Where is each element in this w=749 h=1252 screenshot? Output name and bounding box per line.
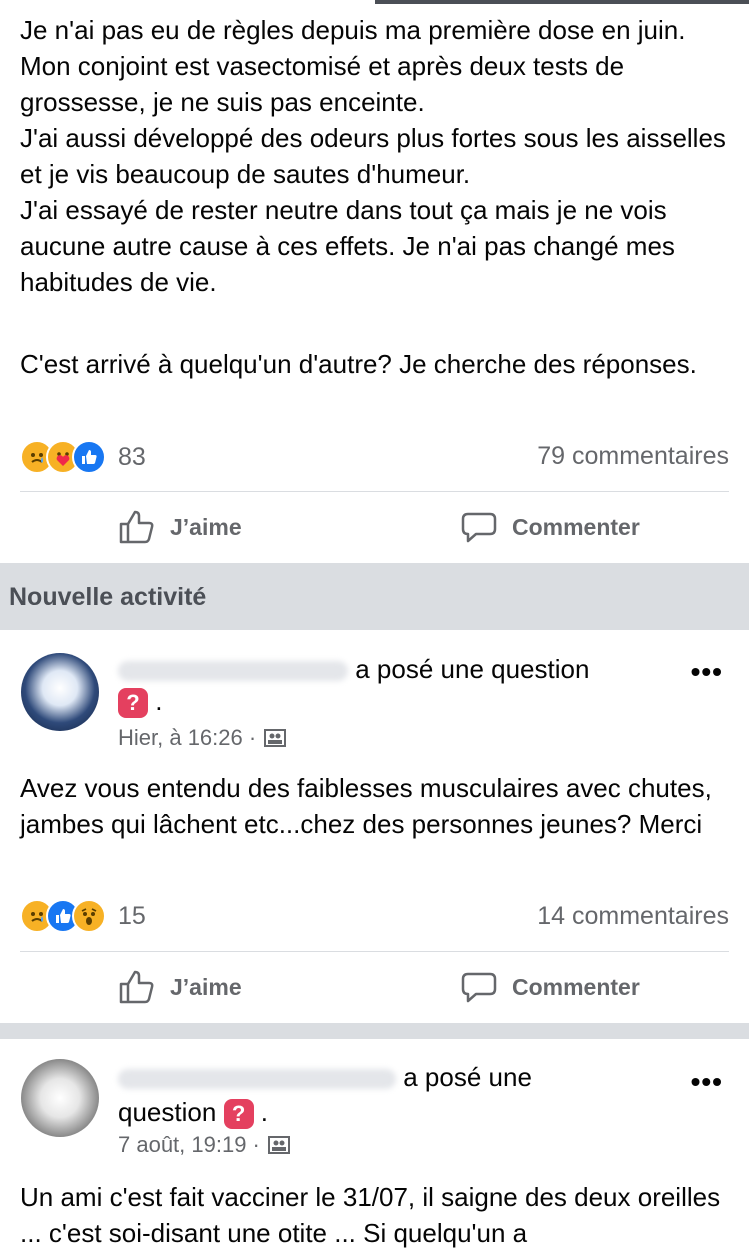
wow-reaction-icon [72,899,106,933]
reactions-summary[interactable]: 15 [20,896,146,936]
comment-icon [461,972,497,1003]
divider [20,951,729,952]
post-action-line: question ? . [118,1097,269,1130]
like-reaction-icon [72,440,106,474]
post-time[interactable]: Hier, à 16:26 · [118,725,256,751]
post-separator [0,1023,749,1039]
question-icon: ? [223,1099,254,1130]
post-time[interactable]: 7 août, 19:19 · [118,1132,260,1158]
like-button[interactable]: J’aime [118,968,242,1006]
comment-label: Commenter [512,513,640,540]
dot: . [155,686,163,716]
divider [20,491,729,492]
comment-button[interactable]: Commenter [460,508,640,546]
post-meta: 7 août, 19:19 · [118,1132,290,1158]
group-privacy-icon [267,1136,290,1154]
comment-button[interactable]: Commenter [460,968,640,1006]
post-body: Avez vous entendu des faiblesses muscula… [20,773,712,839]
comments-count-link[interactable]: 79 commentaires [537,442,729,471]
like-label: J’aime [170,973,242,1000]
post-action-text-cont: question [118,1097,217,1127]
post-meta: Hier, à 16:26 · [118,725,287,751]
section-title: Nouvelle activité [9,583,207,611]
author-name-redacted[interactable] [118,661,348,682]
reaction-count: 83 [118,442,146,471]
group-privacy-icon [264,729,287,747]
like-button[interactable]: J’aime [118,508,242,546]
post-body: Un ami c'est fait vacciner le 31/07, il … [20,1182,721,1248]
post-action-text: a posé une question [355,654,590,684]
post-body-closing: C'est arrivé à quelqu'un d'autre? Je che… [20,349,697,379]
like-label: J’aime [170,513,242,540]
author-avatar[interactable] [21,1059,99,1137]
top-scroll-indicator [375,0,749,4]
like-icon [119,970,154,1004]
comment-label: Commenter [512,973,640,1000]
comment-icon [461,512,497,543]
like-icon [119,510,154,544]
dot: . [260,1097,269,1127]
author-name-redacted[interactable] [118,1069,396,1090]
question-icon: ? [118,688,148,719]
question-badge-line: ? . [118,686,163,719]
post-body: Je n'ai pas eu de règles depuis ma premi… [20,15,726,297]
post-action-text: a posé une [403,1062,532,1092]
comments-count-link[interactable]: 14 commentaires [537,902,729,931]
reaction-count: 15 [118,901,146,930]
post-author-line: a posé une [118,1062,532,1093]
more-options-icon[interactable]: ••• [691,656,723,688]
post-author-line: a posé une question [118,654,589,685]
author-avatar[interactable] [21,653,99,731]
reactions-summary[interactable]: 83 [20,437,146,477]
more-options-icon[interactable]: ••• [691,1066,723,1098]
